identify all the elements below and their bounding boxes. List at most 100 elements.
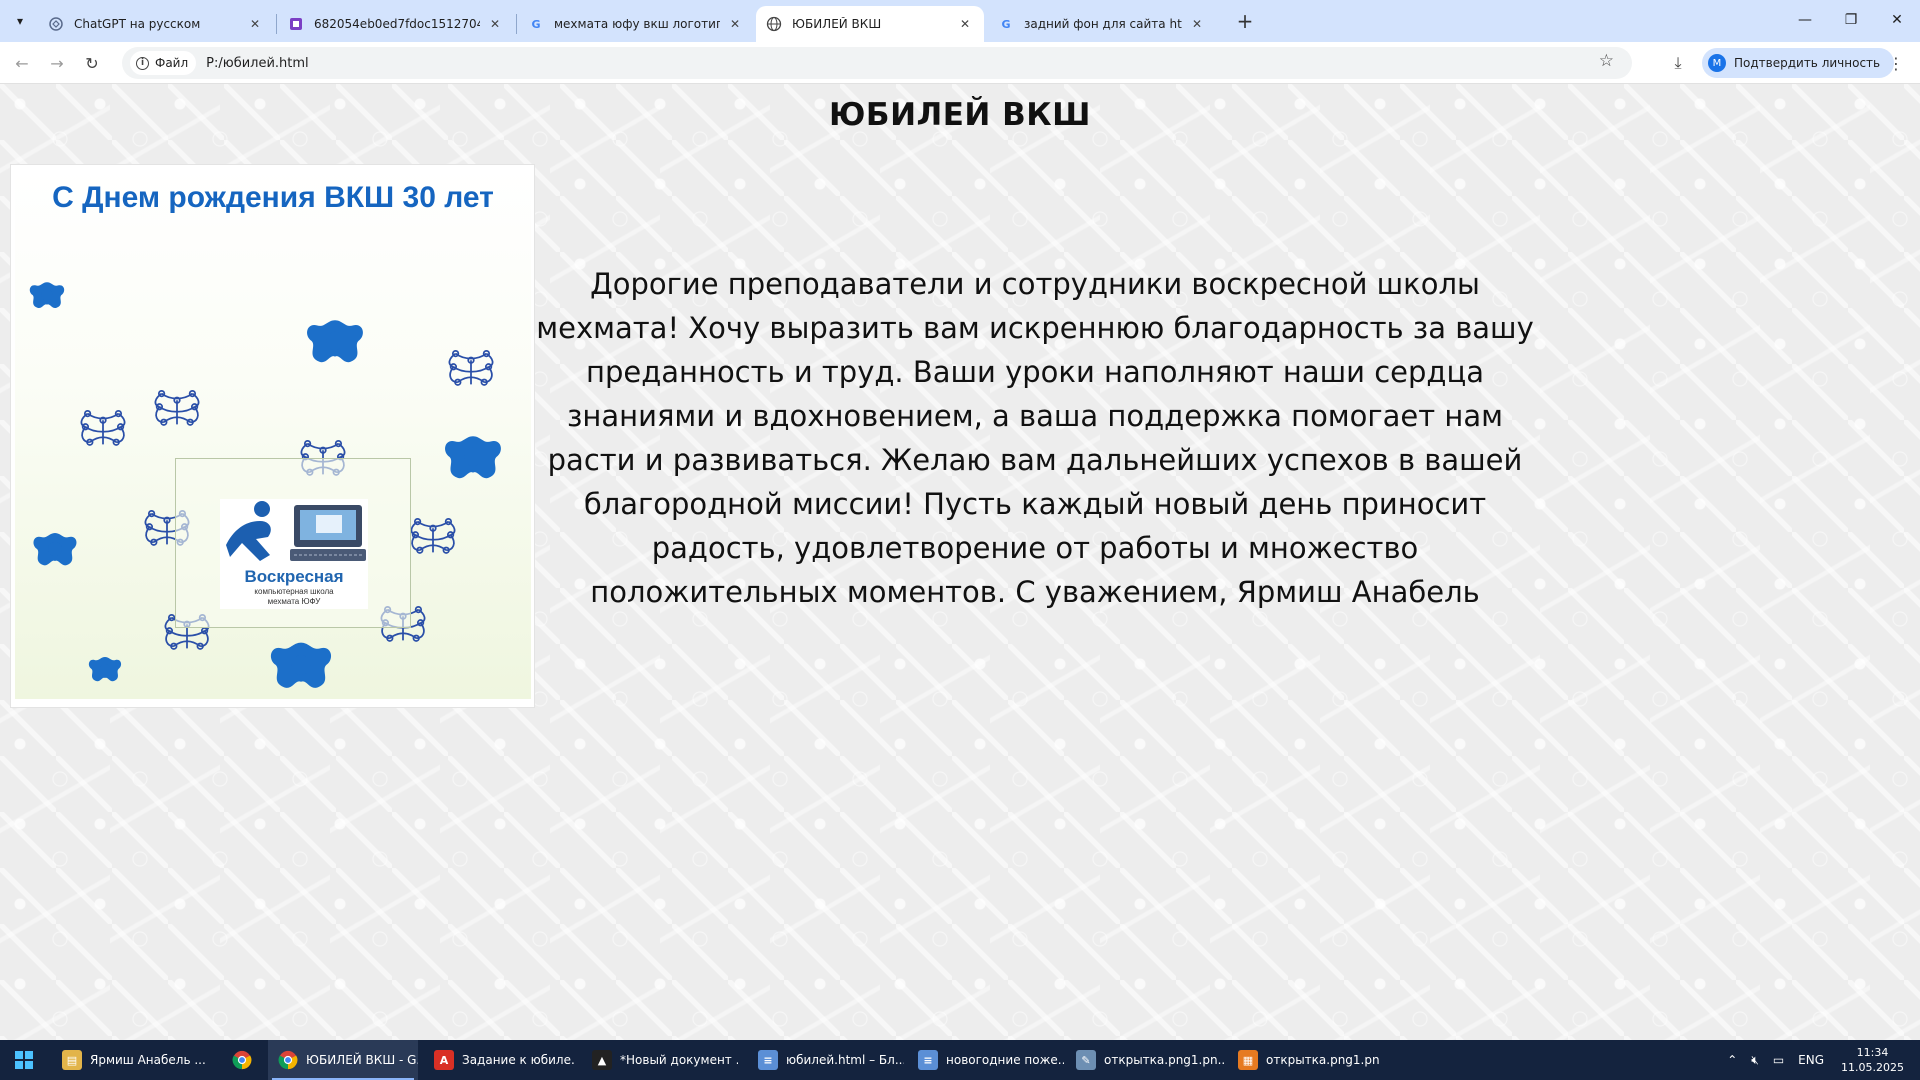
- tab-document[interactable]: 682054eb0ed7fdoc1512704311 ✕: [278, 6, 514, 42]
- network-icon[interactable]: ▭: [1773, 1053, 1784, 1067]
- taskbar-item-paint[interactable]: ▦ открытка.png1.pn...: [1228, 1040, 1380, 1080]
- tab-chatgpt[interactable]: ChatGPT на русском ✕: [38, 6, 274, 42]
- greeting-card-canvas: С Днем рождения ВКШ 30 лет Воскресная ко…: [15, 169, 531, 699]
- tab-search-button[interactable]: ▾: [8, 9, 32, 33]
- folder-user-icon: ▤: [62, 1050, 82, 1070]
- globe-icon: [766, 16, 782, 32]
- site-info-chip[interactable]: i Файл: [130, 51, 197, 75]
- star-shape: [270, 642, 332, 688]
- system-tray: ⌃ 🔇︎ ▭ ENG 11:34 11.05.2025: [1720, 1040, 1920, 1080]
- tab-separator: [516, 14, 517, 34]
- logo-brand-text: Воскресная: [244, 567, 344, 586]
- clock-time: 11:34: [1856, 1046, 1889, 1059]
- close-icon[interactable]: ✕: [726, 15, 744, 33]
- taskbar-item-label: Задание к юбиле...: [462, 1053, 574, 1067]
- profile-label: Подтвердить личность: [1734, 56, 1881, 70]
- document-icon: [288, 16, 304, 32]
- tab-title: 682054eb0ed7fdoc1512704311: [314, 17, 480, 31]
- outline-star-shape: [80, 409, 126, 446]
- kebab-menu-icon: ⋮: [1888, 53, 1904, 73]
- tab-title: ChatGPT на русском: [74, 17, 201, 31]
- chrome-profile-icon: [278, 1050, 298, 1070]
- chevron-up-icon[interactable]: ⌃: [1727, 1053, 1737, 1067]
- close-icon[interactable]: ✕: [486, 15, 504, 33]
- taskbar-item-explorer[interactable]: ▤ Ярмиш Анабель ...: [52, 1040, 218, 1080]
- taskbar-item-label: *Новый документ ...: [620, 1053, 738, 1067]
- forward-button[interactable]: →: [45, 51, 69, 75]
- browser-tab-strip: ▾ ChatGPT на русском ✕ 682054eb0ed7fdoc1…: [0, 0, 1920, 42]
- taskbar-item-label: открытка.png1.pn...: [1104, 1053, 1226, 1067]
- browser-menu-button[interactable]: ⋮: [1886, 51, 1906, 75]
- image-viewer-icon: ✎: [1076, 1050, 1096, 1070]
- taskbar-item-image-viewer[interactable]: ✎ открытка.png1.pn...: [1066, 1040, 1226, 1080]
- close-icon[interactable]: ✕: [1188, 15, 1206, 33]
- tab-google-background-search[interactable]: G задний фон для сайта html - П ✕: [988, 6, 1216, 42]
- taskbar-item-label: юбилей.html – Бл...: [786, 1053, 904, 1067]
- minimize-icon: —: [1798, 12, 1812, 28]
- inkscape-icon: ▲: [592, 1050, 612, 1070]
- speaker-muted-icon[interactable]: 🔇︎: [1751, 1053, 1759, 1068]
- greeting-text: Дорогие преподаватели и сотрудники воскр…: [536, 267, 1534, 609]
- tab-title: задний фон для сайта html - П: [1024, 17, 1182, 31]
- clock-date: 11.05.2025: [1841, 1061, 1904, 1074]
- close-icon[interactable]: ✕: [246, 15, 264, 33]
- logo-subtitle-line: компьютерная школа: [254, 587, 334, 596]
- running-person-icon: [226, 501, 366, 561]
- taskbar-item-label: новогодние поже...: [946, 1053, 1064, 1067]
- page-viewport: ЮБИЛЕЙ ВКШ С Днем рождения ВКШ 30 лет Во…: [0, 84, 1920, 1040]
- bookmark-star-icon[interactable]: ☆: [1599, 51, 1614, 71]
- windows-logo-icon: [15, 1051, 33, 1069]
- minimize-button[interactable]: —: [1782, 0, 1828, 40]
- info-icon: i: [136, 56, 149, 70]
- taskbar-item-notepad-newyear[interactable]: ≡ новогодние поже...: [908, 1040, 1064, 1080]
- taskbar-item-pdf[interactable]: A Задание к юбиле...: [424, 1040, 574, 1080]
- star-shape: [33, 533, 77, 566]
- chevron-down-icon: ▾: [16, 14, 24, 28]
- windows-taskbar: ▤ Ярмиш Анабель ... ЮБИЛЕЙ ВКШ - G... A …: [0, 1040, 1920, 1080]
- chatgpt-icon: [48, 16, 64, 32]
- taskbar-item-label: открытка.png1.pn...: [1266, 1053, 1380, 1067]
- notepad-icon: ≡: [758, 1050, 778, 1070]
- browser-toolbar: ← → ↻ i Файл P:/юбилей.html ☆ ⤓ M Подтве…: [0, 42, 1920, 84]
- restore-icon: ❐: [1844, 12, 1858, 28]
- taskbar-item-label: Ярмиш Анабель ...: [90, 1053, 206, 1067]
- plus-icon: +: [1236, 9, 1254, 33]
- downloads-button[interactable]: ⤓: [1666, 51, 1690, 75]
- star-shape: [29, 282, 65, 309]
- star-shape: [445, 436, 501, 479]
- avatar: M: [1708, 54, 1726, 72]
- clock[interactable]: 11:34 11.05.2025: [1841, 1045, 1904, 1075]
- google-icon: G: [531, 17, 541, 31]
- reload-button[interactable]: ↻: [80, 51, 104, 75]
- taskbar-item-notepad-html[interactable]: ≡ юбилей.html – Бл...: [748, 1040, 904, 1080]
- taskbar-item-inkscape[interactable]: ▲ *Новый документ ...: [582, 1040, 738, 1080]
- address-bar[interactable]: i Файл P:/юбилей.html ☆: [122, 47, 1632, 79]
- new-tab-button[interactable]: +: [1232, 8, 1258, 34]
- tab-jubilee-active[interactable]: ЮБИЛЕЙ ВКШ ✕: [756, 6, 984, 42]
- url-text[interactable]: P:/юбилей.html: [206, 56, 309, 71]
- restore-button[interactable]: ❐: [1828, 0, 1874, 40]
- window-close-button[interactable]: ✕: [1874, 0, 1920, 40]
- taskbar-item-chrome-jubilee[interactable]: ЮБИЛЕЙ ВКШ - G...: [268, 1040, 418, 1080]
- language-indicator[interactable]: ENG: [1798, 1053, 1824, 1067]
- taskbar-item-chrome[interactable]: [222, 1040, 270, 1080]
- download-icon: ⤓: [1674, 53, 1682, 72]
- tab-separator: [276, 14, 277, 34]
- logo-subtitle: компьютерная школа мехмата ЮФУ: [220, 587, 368, 607]
- back-button[interactable]: ←: [10, 51, 34, 75]
- paint-icon: ▦: [1238, 1050, 1258, 1070]
- notepad-icon: ≡: [918, 1050, 938, 1070]
- close-icon: ✕: [1891, 12, 1903, 28]
- close-icon[interactable]: ✕: [956, 15, 974, 33]
- outline-star-shape: [410, 517, 456, 554]
- page-title: ЮБИЛЕЙ ВКШ: [829, 97, 1091, 133]
- profile-verify-button[interactable]: M Подтвердить личность: [1702, 48, 1895, 78]
- chrome-icon: [232, 1050, 252, 1070]
- arrow-left-icon: ←: [15, 53, 29, 73]
- school-logo: Воскресная компьютерная школа мехмата ЮФ…: [220, 499, 368, 609]
- tab-title: ЮБИЛЕЙ ВКШ: [792, 17, 882, 31]
- tab-google-logo-search[interactable]: G мехмата юфу вкш логотип ме ✕: [518, 6, 754, 42]
- start-button[interactable]: [0, 1040, 48, 1080]
- taskbar-item-label: ЮБИЛЕЙ ВКШ - G...: [306, 1053, 418, 1067]
- greeting-card-image: С Днем рождения ВКШ 30 лет Воскресная ко…: [10, 164, 535, 708]
